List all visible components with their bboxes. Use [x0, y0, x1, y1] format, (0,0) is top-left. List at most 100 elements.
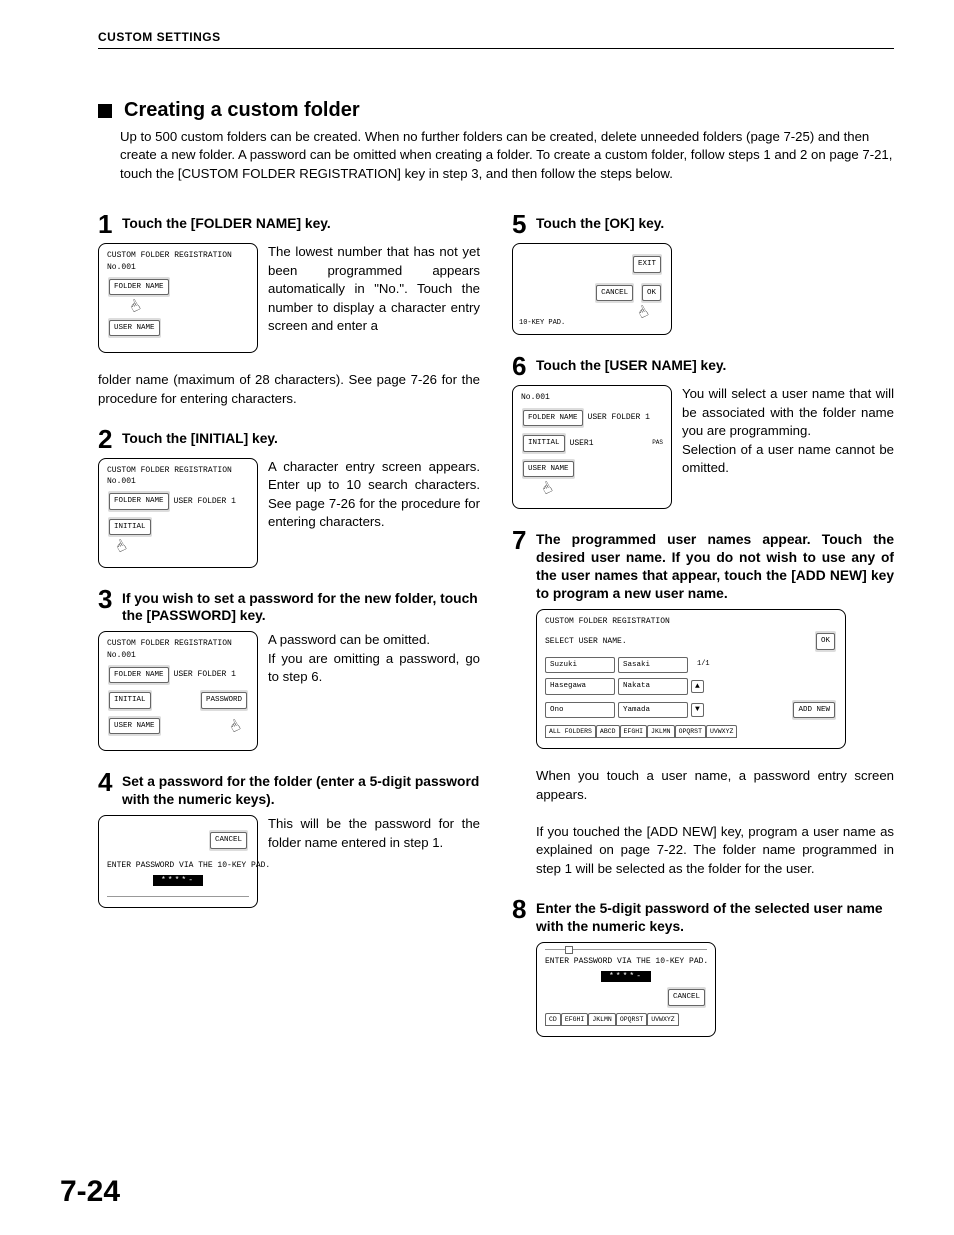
step-number: 4 — [98, 769, 116, 795]
section-title: Creating a custom folder — [124, 99, 360, 122]
folder-name-value: USER FOLDER 1 — [174, 496, 236, 507]
step-heading: Enter the 5-digit password of the select… — [536, 896, 894, 936]
step-heading: Touch the [INITIAL] key. — [122, 426, 278, 448]
step-1-text: The lowest number that has not yet been … — [268, 243, 480, 353]
user-item[interactable]: Nakata — [618, 678, 688, 695]
section-title-row: Creating a custom folder — [98, 99, 894, 122]
step-2-text: A character entry screen appears. Enter … — [268, 458, 480, 568]
tab[interactable]: UVWXYZ — [647, 1013, 678, 1026]
figure-step-2: CUSTOM FOLDER REGISTRATION No.001 FOLDER… — [98, 458, 258, 568]
square-bullet-icon — [98, 104, 112, 118]
tab[interactable]: JKLMN — [588, 1013, 616, 1026]
step-5-header: 5 Touch the [OK] key. — [512, 211, 894, 237]
folder-name-value: USER FOLDER 1 — [174, 669, 236, 680]
step-2-body: CUSTOM FOLDER REGISTRATION No.001 FOLDER… — [98, 458, 480, 568]
hand-pointer-icon: ☝ — [230, 721, 243, 734]
password-hint: ENTER PASSWORD VIA THE 10-KEY PAD. — [107, 860, 249, 871]
hand-pointer-icon: ☝ — [638, 308, 651, 321]
step-heading: Touch the [USER NAME] key. — [536, 353, 726, 375]
password-button[interactable]: PASSWORD — [201, 692, 247, 709]
tab[interactable]: UVWXYZ — [706, 725, 737, 738]
figure-step-4: CANCEL ENTER PASSWORD VIA THE 10-KEY PAD… — [98, 815, 258, 908]
password-mask: ****- — [601, 971, 651, 982]
fig-no: No.001 — [107, 262, 249, 273]
step-4-header: 4 Set a password for the folder (enter a… — [98, 769, 480, 809]
user-name-button[interactable]: USER NAME — [109, 320, 160, 337]
left-column: 1 Touch the [FOLDER NAME] key. CUSTOM FO… — [98, 211, 480, 1055]
fig-no: No.001 — [107, 650, 249, 661]
ok-button[interactable]: OK — [816, 633, 835, 650]
step-1-header: 1 Touch the [FOLDER NAME] key. — [98, 211, 480, 237]
password-hint: ENTER PASSWORD VIA THE 10-KEY PAD. — [545, 956, 707, 967]
tab[interactable]: OPQRST — [675, 725, 706, 738]
tab[interactable]: ABCD — [596, 725, 620, 738]
fig-title: CUSTOM FOLDER REGISTRATION — [107, 465, 249, 476]
hand-pointer-icon: ☝ — [115, 542, 128, 555]
step-8-header: 8 Enter the 5-digit password of the sele… — [512, 896, 894, 936]
cancel-button[interactable]: CANCEL — [668, 989, 705, 1006]
figure-step-7: CUSTOM FOLDER REGISTRATION SELECT USER N… — [536, 609, 846, 749]
figure-step-8: ENTER PASSWORD VIA THE 10-KEY PAD. ****-… — [536, 942, 716, 1037]
ok-button[interactable]: OK — [642, 285, 661, 302]
cancel-button[interactable]: CANCEL — [210, 832, 247, 849]
fig-title: CUSTOM FOLDER REGISTRATION — [107, 638, 249, 649]
folder-name-button[interactable]: FOLDER NAME — [109, 279, 169, 296]
user-item[interactable]: Yamada — [618, 702, 688, 719]
user-item[interactable]: Suzuki — [545, 657, 615, 674]
page-indicator: 1/1 — [697, 660, 710, 670]
section-intro: Up to 500 custom folders can be created.… — [120, 128, 894, 183]
step-1-cont: folder name (maximum of 28 characters). … — [98, 371, 480, 408]
folder-name-button[interactable]: FOLDER NAME — [109, 667, 169, 684]
figure-step-6: No.001 FOLDER NAME USER FOLDER 1 INITIAL U… — [512, 385, 672, 509]
tab[interactable]: EFGHI — [620, 725, 648, 738]
step-4-body: CANCEL ENTER PASSWORD VIA THE 10-KEY PAD… — [98, 815, 480, 908]
tab[interactable]: JKLMN — [647, 725, 675, 738]
figure-step-3: CUSTOM FOLDER REGISTRATION No.001 FOLDER… — [98, 631, 258, 751]
user-name-button[interactable]: USER NAME — [523, 461, 574, 478]
hand-pointer-icon: ☝ — [541, 483, 554, 496]
step-number: 8 — [512, 896, 530, 922]
user-name-button[interactable]: USER NAME — [109, 718, 160, 735]
page-number: 7-24 — [60, 1175, 120, 1209]
step-heading: Touch the [OK] key. — [536, 211, 664, 233]
step-2-header: 2 Touch the [INITIAL] key. — [98, 426, 480, 452]
folder-name-button[interactable]: FOLDER NAME — [523, 410, 583, 427]
tab[interactable]: EFGHI — [561, 1013, 589, 1026]
initial-button[interactable]: INITIAL — [523, 435, 565, 452]
initial-button[interactable]: INITIAL — [109, 692, 151, 709]
step-heading: Touch the [FOLDER NAME] key. — [122, 211, 331, 233]
cancel-button[interactable]: CANCEL — [596, 285, 633, 302]
fig-title: CUSTOM FOLDER REGISTRATION — [107, 250, 249, 261]
fig-title: CUSTOM FOLDER REGISTRATION — [545, 616, 837, 627]
user-item[interactable]: Ono — [545, 702, 615, 719]
initial-button[interactable]: INITIAL — [109, 519, 151, 536]
page: CUSTOM SETTINGS Creating a custom folder… — [0, 0, 954, 1235]
keypad-label: 10-KEY PAD. — [519, 319, 565, 329]
step-7-header: 7 The programmed user names appear. Touc… — [512, 527, 894, 603]
alpha-tabs: CD EFGHI JKLMN OPQRST UVWXYZ — [545, 1013, 707, 1026]
tab[interactable]: OPQRST — [616, 1013, 647, 1026]
initial-value: USER1 — [570, 438, 594, 449]
step-heading: Set a password for the folder (enter a 5… — [122, 769, 480, 809]
user-item[interactable]: Hasegawa — [545, 678, 615, 695]
figure-step-5: EXIT CANCEL OK ☝ 10-KEY PAD. — [512, 243, 672, 335]
tab[interactable]: ALL FOLDERS — [545, 725, 596, 738]
tab[interactable]: CD — [545, 1013, 561, 1026]
folder-name-button[interactable]: FOLDER NAME — [109, 493, 169, 510]
step-number: 5 — [512, 211, 530, 237]
figure-step-1: CUSTOM FOLDER REGISTRATION No.001 FOLDER… — [98, 243, 258, 353]
step-4-text: This will be the password for the folder… — [268, 815, 480, 908]
alpha-tabs: ALL FOLDERS ABCD EFGHI JKLMN OPQRST UVWX… — [545, 725, 837, 738]
exit-button[interactable]: EXIT — [633, 256, 661, 273]
step-7-body: CUSTOM FOLDER REGISTRATION SELECT USER N… — [512, 609, 894, 878]
fig-no: No.001 — [521, 392, 663, 403]
scroll-down-icon[interactable]: ▼ — [691, 703, 704, 716]
folder-name-value: USER FOLDER 1 — [588, 412, 650, 423]
step-6-text: You will select a user name that will be… — [682, 385, 894, 509]
user-item[interactable]: Sasaki — [618, 657, 688, 674]
scroll-up-icon[interactable]: ▲ — [691, 680, 704, 693]
fig-subtitle: SELECT USER NAME. — [545, 636, 627, 647]
add-new-button[interactable]: ADD NEW — [793, 702, 835, 719]
step-3-body: CUSTOM FOLDER REGISTRATION No.001 FOLDER… — [98, 631, 480, 751]
step-6-header: 6 Touch the [USER NAME] key. — [512, 353, 894, 379]
